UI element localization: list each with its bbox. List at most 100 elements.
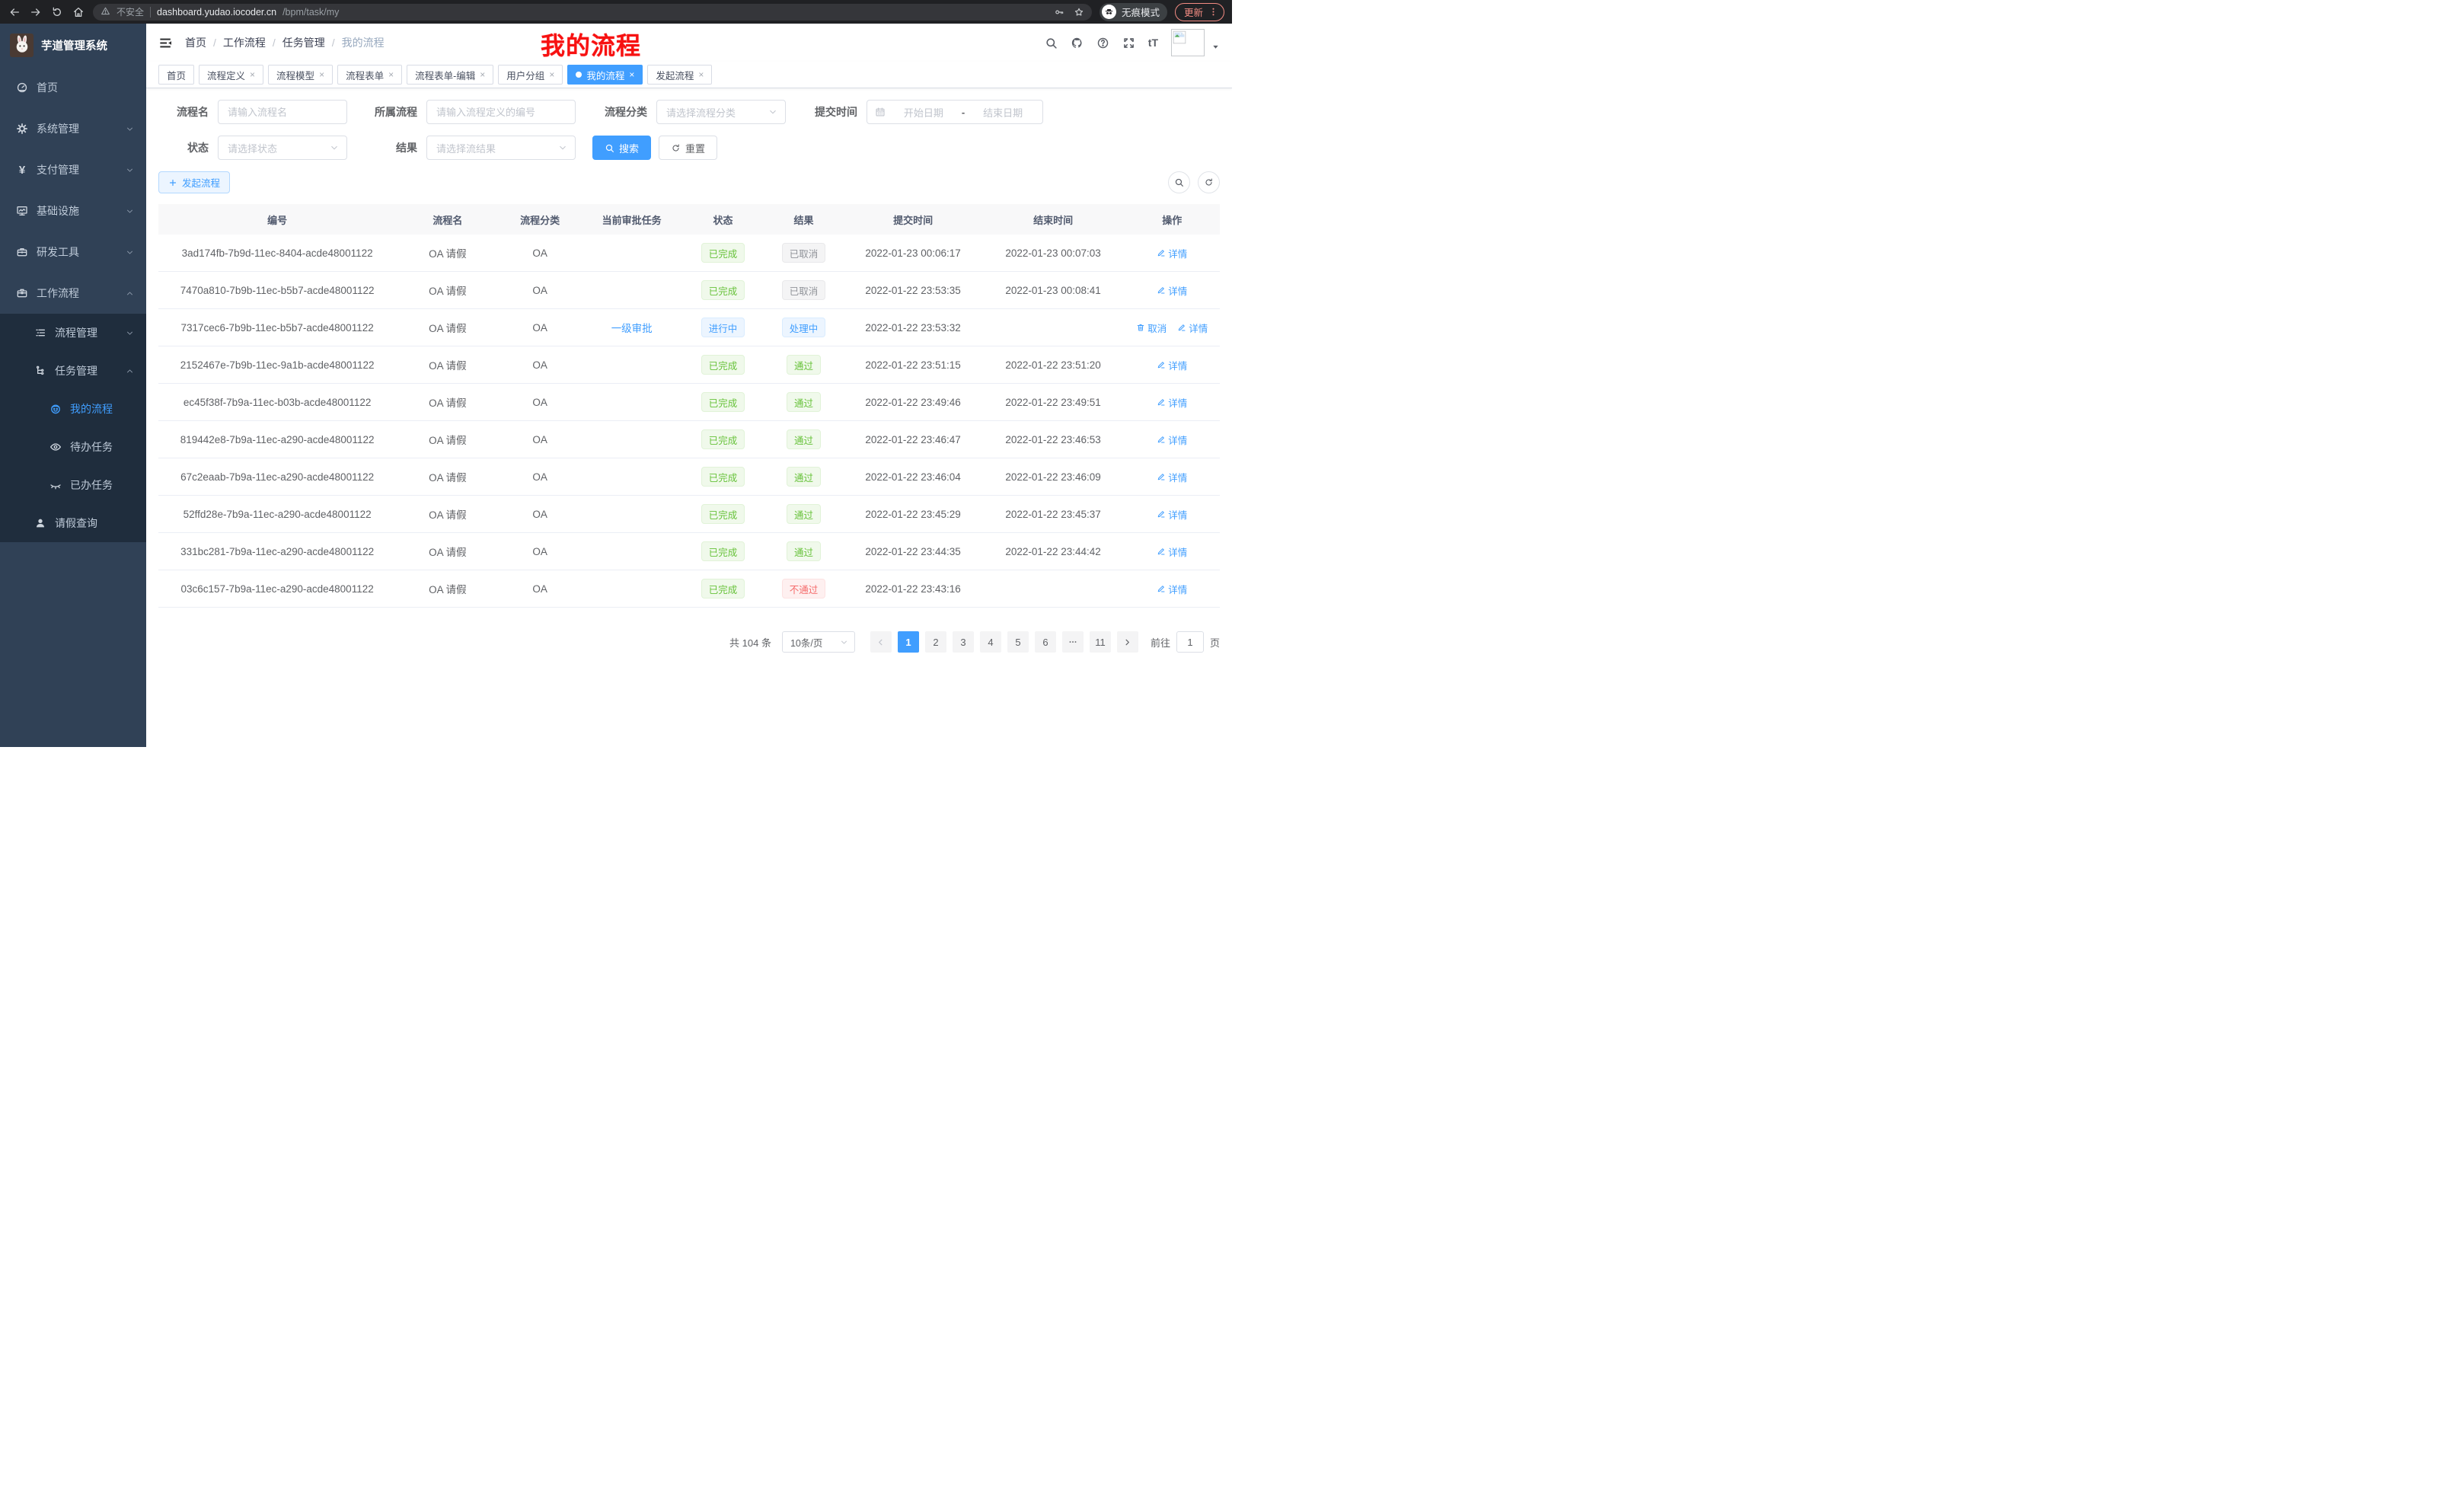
breadcrumb-item[interactable]: 任务管理: [282, 35, 325, 50]
sidebar-item-eye[interactable]: 待办任务: [0, 428, 146, 466]
address-bar[interactable]: 不安全 dashboard.yudao.iocoder.cn/bpm/task/…: [93, 4, 1092, 21]
page-number-11[interactable]: 11: [1090, 631, 1111, 653]
goto-page-input[interactable]: [1176, 631, 1204, 653]
sidebar-item-user[interactable]: 请假查询: [0, 504, 146, 542]
breadcrumb-item[interactable]: 首页: [185, 35, 206, 50]
action-label: 详情: [1168, 433, 1187, 447]
category-select[interactable]: 请选择流程分类: [656, 100, 786, 124]
close-icon[interactable]: ×: [549, 70, 554, 79]
sidebar-item-briefcase[interactable]: 工作流程: [0, 273, 146, 314]
sidebar-item-dashboard[interactable]: 首页: [0, 67, 146, 108]
reset-button[interactable]: 重置: [659, 136, 717, 160]
sidebar-submenu: 流程管理任务管理我的流程待办任务已办任务请假查询: [0, 314, 146, 542]
refresh-table-button[interactable]: [1198, 171, 1220, 193]
tab-label: 流程模型: [276, 68, 314, 82]
create-process-label: 发起流程: [182, 175, 220, 190]
sidebar-item-yen[interactable]: ¥支付管理: [0, 149, 146, 190]
page-size-select[interactable]: 10条/页: [782, 631, 855, 653]
sidebar-collapse-icon[interactable]: [158, 36, 173, 50]
process-key-input[interactable]: [427, 107, 575, 118]
tab-我的流程[interactable]: 我的流程×: [567, 65, 643, 85]
create-process-button[interactable]: 发起流程: [158, 171, 230, 193]
row-actions: 详情: [1124, 544, 1220, 559]
toggle-search-button[interactable]: [1168, 171, 1190, 193]
filter-category-label: 流程分类: [592, 104, 647, 120]
tab-首页[interactable]: 首页: [158, 65, 194, 85]
status-select[interactable]: 请选择状态: [218, 136, 347, 160]
row-actions: 详情: [1124, 395, 1220, 410]
next-page-button[interactable]: [1117, 631, 1138, 653]
process-name-value: OA 请假: [429, 360, 467, 372]
status-tag: 进行中: [701, 318, 745, 337]
submit-time: 2022-01-22 23:53:35: [844, 285, 981, 296]
page-number-4[interactable]: 4: [980, 631, 1001, 653]
close-icon[interactable]: ×: [319, 70, 324, 79]
table-row: 52ffd28e-7b9a-11ec-a290-acde48001122OA 请…: [158, 496, 1220, 533]
fullscreen-icon[interactable]: [1122, 37, 1135, 49]
close-icon[interactable]: ×: [388, 70, 394, 79]
search-icon[interactable]: [1045, 37, 1058, 49]
bookmark-star-icon[interactable]: [1074, 7, 1084, 18]
detail-link[interactable]: 详情: [1157, 544, 1187, 559]
page-number-1[interactable]: 1: [898, 631, 919, 653]
sidebar-item-monitor[interactable]: 基础设施: [0, 190, 146, 231]
current-task-value[interactable]: 一级审批: [611, 323, 653, 334]
sidebar-item-gear[interactable]: 系统管理: [0, 108, 146, 149]
edit-icon: [1157, 397, 1166, 407]
detail-link[interactable]: 详情: [1157, 283, 1187, 298]
sidebar-item-face[interactable]: 我的流程: [0, 390, 146, 428]
detail-link[interactable]: 详情: [1157, 358, 1187, 372]
prev-page-button[interactable]: [870, 631, 892, 653]
close-icon[interactable]: ×: [698, 70, 704, 79]
detail-link[interactable]: 详情: [1157, 395, 1187, 410]
browser-update-button[interactable]: 更新: [1175, 3, 1224, 21]
page-number-3[interactable]: 3: [953, 631, 974, 653]
home-icon[interactable]: [72, 5, 85, 19]
tab-流程定义[interactable]: 流程定义×: [199, 65, 263, 85]
password-key-icon[interactable]: [1054, 7, 1064, 18]
page-number-2[interactable]: 2: [925, 631, 946, 653]
more-pages-icon[interactable]: [1062, 631, 1084, 653]
detail-link[interactable]: 详情: [1157, 582, 1187, 596]
sidebar-item-eye-closed[interactable]: 已办任务: [0, 466, 146, 504]
sidebar-item-toolbox[interactable]: 研发工具: [0, 231, 146, 273]
cancel-link[interactable]: 取消: [1136, 321, 1167, 335]
close-icon[interactable]: ×: [480, 70, 485, 79]
browser-menu-icon[interactable]: [1208, 7, 1218, 17]
submit-time-range-picker[interactable]: 开始日期 - 结束日期: [867, 100, 1043, 124]
goto-label: 前往: [1151, 635, 1170, 650]
detail-link[interactable]: 详情: [1157, 507, 1187, 522]
tab-用户分组[interactable]: 用户分组×: [498, 65, 563, 85]
detail-link[interactable]: 详情: [1157, 246, 1187, 260]
reload-icon[interactable]: [50, 5, 64, 19]
close-icon[interactable]: ×: [629, 70, 634, 79]
avatar-caret-icon[interactable]: [1211, 43, 1220, 51]
tab-label: 发起流程: [656, 68, 694, 82]
tab-流程表单-编辑[interactable]: 流程表单-编辑×: [407, 65, 493, 85]
detail-link[interactable]: 详情: [1177, 321, 1208, 335]
sidebar-item-list[interactable]: 流程管理: [0, 314, 146, 352]
tab-发起流程[interactable]: 发起流程 ×: [647, 65, 712, 85]
search-button[interactable]: 搜索: [592, 136, 651, 160]
close-icon[interactable]: ×: [250, 70, 255, 79]
font-size-icon[interactable]: tT: [1148, 37, 1158, 49]
incognito-icon: [1102, 5, 1116, 19]
sidebar-item-label: 系统管理: [37, 121, 79, 136]
tab-流程模型[interactable]: 流程模型 ×: [268, 65, 333, 85]
page-number-5[interactable]: 5: [1007, 631, 1029, 653]
back-icon[interactable]: [8, 5, 21, 19]
help-icon[interactable]: [1096, 37, 1109, 49]
page-number-6[interactable]: 6: [1035, 631, 1056, 653]
process-name-input[interactable]: [219, 107, 346, 118]
status: 已完成: [683, 355, 764, 375]
sidebar-item-flow[interactable]: 任务管理: [0, 352, 146, 390]
breadcrumb-item[interactable]: 工作流程: [223, 35, 266, 50]
avatar[interactable]: [1171, 29, 1205, 56]
github-icon[interactable]: [1071, 37, 1084, 49]
detail-link[interactable]: 详情: [1157, 470, 1187, 484]
result-select[interactable]: 请选择流结果: [426, 136, 576, 160]
tab-流程表单[interactable]: 流程表单×: [337, 65, 402, 85]
detail-link[interactable]: 详情: [1157, 433, 1187, 447]
forward-icon[interactable]: [29, 5, 43, 19]
status: 已完成: [683, 541, 764, 561]
